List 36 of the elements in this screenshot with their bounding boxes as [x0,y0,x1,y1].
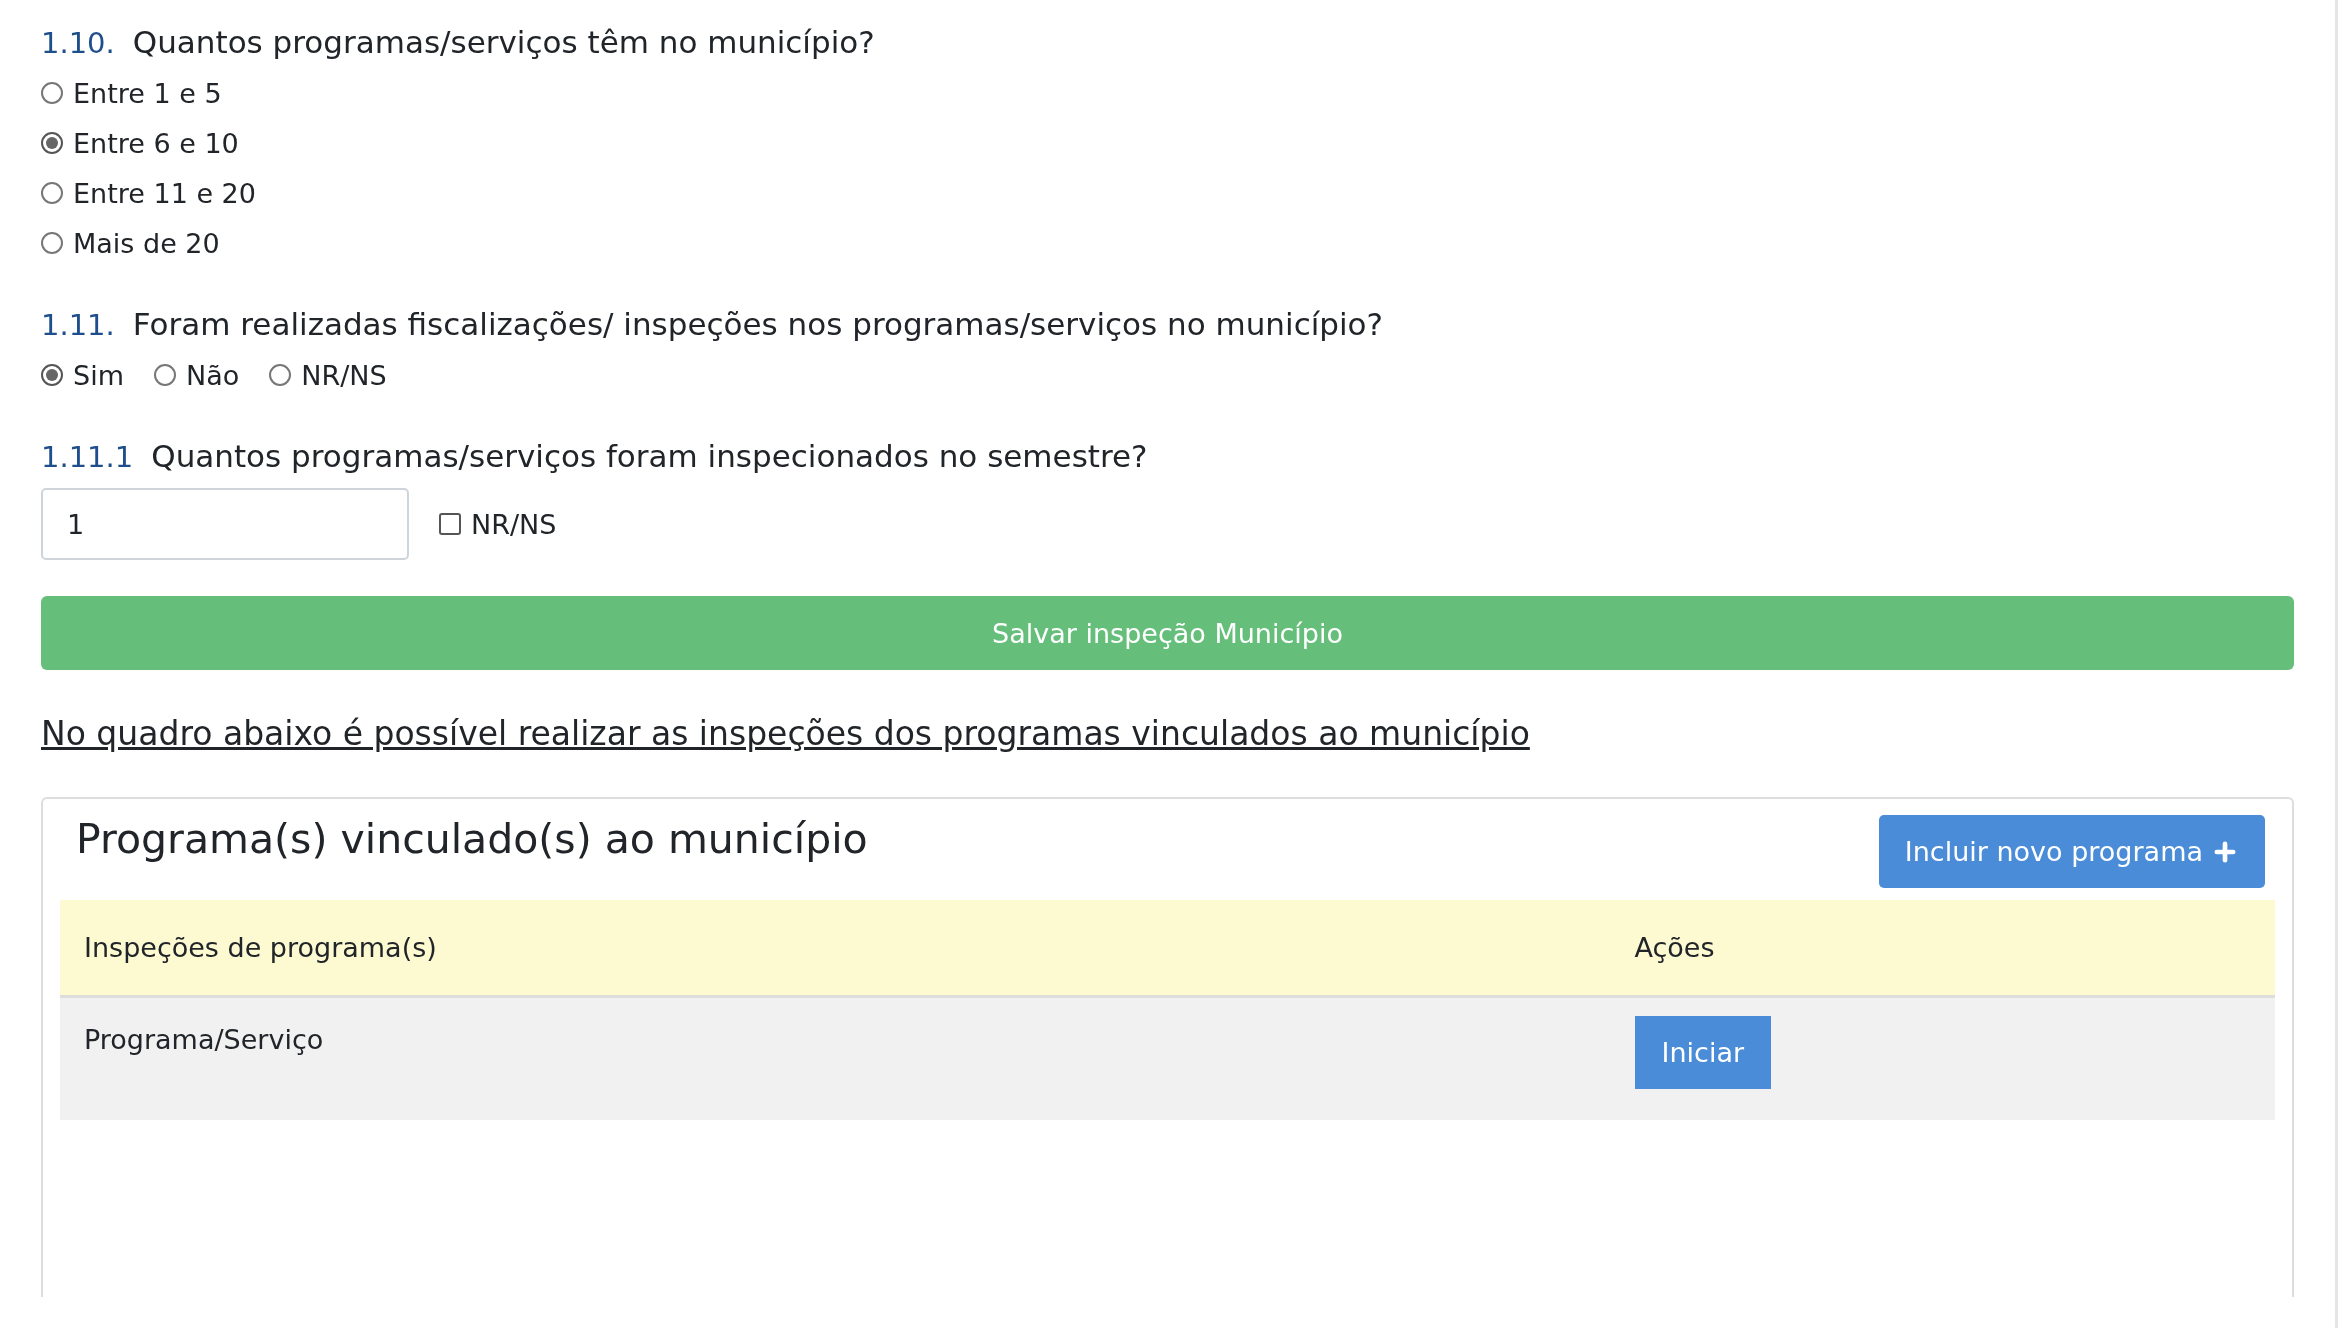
checkbox-option[interactable]: NR/NS [439,505,557,543]
question-text: Foram realizadas fiscalizações/ inspeções nos programas/serviços no município? [132,306,1383,342]
option-label: Entre 1 e 5 [73,77,222,109]
radio-option[interactable]: NR/NS [269,356,387,394]
checkbox-label: NR/NS [471,508,557,540]
radio-option[interactable]: Mais de 20 [41,224,2294,262]
option-label: Sim [73,359,124,391]
radio-button[interactable] [41,132,63,154]
radio-option[interactable]: Não [153,356,240,394]
radio-button[interactable] [153,364,176,386]
radio-option[interactable]: Entre 6 e 10 [41,124,2294,162]
info-link[interactable]: No quadro abaixo é possível realizar as inspeções dos programas vinculados ao município [41,714,1530,753]
radio-button[interactable] [41,182,63,204]
column-header: Ações [1610,900,2275,997]
option-label: Entre 11 e 20 [73,177,256,209]
checkbox[interactable] [439,513,461,535]
question-number: 1.10. [41,26,115,60]
question-text: Quantos programas/serviços têm no município? [132,24,875,60]
question-number: 1.11. [41,308,115,342]
radio-button[interactable] [41,232,63,254]
panel-title: Programa(s) vinculado(s) ao município [76,815,868,863]
radio-button[interactable] [41,82,63,104]
question-text: Quantos programas/serviços foram inspecionados no semestre? [151,438,1148,474]
number-input-field[interactable]: 1 [41,488,409,560]
option-label: Mais de 20 [73,227,220,259]
option-label: Não [185,359,240,391]
radio-option[interactable]: Entre 11 e 20 [41,174,2294,212]
table-cell: Programa/Serviço [60,996,1611,1120]
radio-option[interactable]: Entre 1 e 5 [41,74,2294,112]
option-label: NR/NS [301,359,387,391]
radio-button[interactable] [269,364,292,386]
radio-option[interactable]: Sim [41,356,124,394]
option-label: Entre 6 e 10 [73,127,239,159]
column-header: Inspeções de programa(s) [60,900,1611,997]
radio-button[interactable] [41,364,63,386]
question-number: 1.11.1 [41,440,134,474]
